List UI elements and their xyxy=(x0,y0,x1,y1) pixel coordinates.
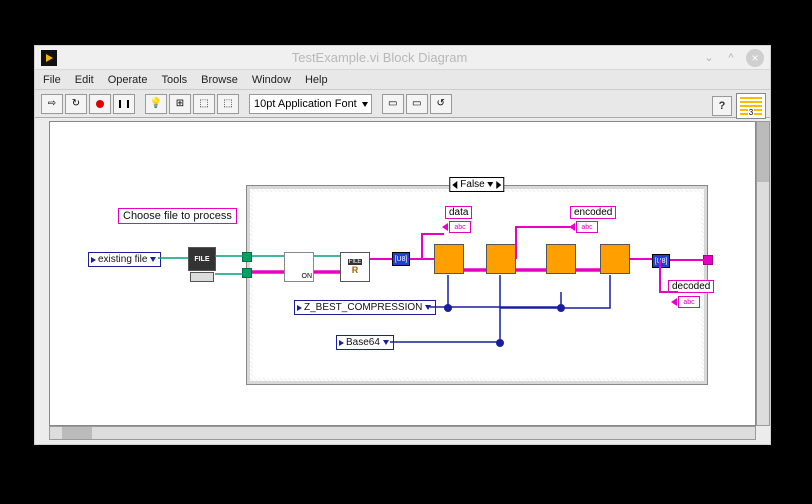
node-compress[interactable] xyxy=(434,244,464,274)
app-icon xyxy=(41,50,57,66)
const-compression[interactable]: Z_BEST_COMPRESSION xyxy=(294,300,436,315)
pin-base64-enc xyxy=(496,339,504,347)
tunnel-path-in[interactable] xyxy=(242,252,252,262)
indicator-data[interactable]: abc xyxy=(449,221,471,233)
menubar: File Edit Operate Tools Browse Window He… xyxy=(35,70,770,90)
menu-file[interactable]: File xyxy=(43,74,61,86)
run-button[interactable]: ⇨ xyxy=(41,94,63,114)
app-window: TestExample.vi Block Diagram ⌄ ^ × File … xyxy=(34,45,771,445)
window-title: TestExample.vi Block Diagram xyxy=(57,50,702,65)
label-choose-file[interactable]: Choose file to process xyxy=(118,208,237,224)
tunnel-err-in[interactable] xyxy=(242,268,252,278)
step-over-button[interactable]: ⬚ xyxy=(217,94,239,114)
pin-compression xyxy=(444,304,452,312)
menu-tools[interactable]: Tools xyxy=(161,74,187,86)
node-encode[interactable] xyxy=(486,244,516,274)
tunnel-str-out[interactable] xyxy=(703,255,713,265)
node-to-str[interactable]: [U8] xyxy=(652,254,670,268)
menu-help[interactable]: Help xyxy=(305,74,328,86)
abort-button[interactable] xyxy=(89,94,111,114)
case-prev-icon[interactable] xyxy=(452,181,457,189)
case-next-icon[interactable] xyxy=(497,181,502,189)
menu-edit[interactable]: Edit xyxy=(75,74,94,86)
block-diagram-canvas[interactable]: Choose file to process existing file Fal… xyxy=(49,121,756,426)
scrollbar-horizontal[interactable] xyxy=(49,426,756,440)
step-into-button[interactable]: ⬚ xyxy=(193,94,215,114)
label-data[interactable]: data xyxy=(445,206,472,219)
maximize-icon[interactable]: ^ xyxy=(724,51,738,65)
case-selector[interactable]: False xyxy=(449,177,504,192)
menu-browse[interactable]: Browse xyxy=(201,74,238,86)
label-encoded[interactable]: encoded xyxy=(570,206,616,219)
pin-base64-dec xyxy=(557,304,565,312)
case-frame xyxy=(253,192,701,378)
pause-button[interactable] xyxy=(113,94,135,114)
case-selector-value: False xyxy=(460,179,484,190)
retain-wires-button[interactable]: ⊞ xyxy=(169,94,191,114)
minimize-icon[interactable]: ⌄ xyxy=(702,51,716,65)
indicator-encoded[interactable]: abc xyxy=(576,221,598,233)
case-dropdown-icon[interactable] xyxy=(488,182,494,187)
scrollbar-h-thumb[interactable] xyxy=(62,427,92,439)
context-help-button[interactable]: ? xyxy=(712,96,732,116)
highlight-button[interactable]: 💡 xyxy=(145,94,167,114)
node-to-u8[interactable]: [U8] xyxy=(392,252,410,266)
scrollbar-vertical[interactable] xyxy=(756,121,770,426)
reorder-button[interactable]: ↺ xyxy=(430,94,452,114)
node-open-file[interactable]: ON xyxy=(284,252,314,282)
font-selector[interactable]: 10pt Application Font xyxy=(249,94,372,114)
label-decoded[interactable]: decoded xyxy=(668,280,714,293)
node-file-dialog-err xyxy=(190,272,214,282)
const-existing-file[interactable]: existing file xyxy=(88,252,161,267)
align-button[interactable]: ▭ xyxy=(382,94,404,114)
node-read-file[interactable] xyxy=(340,252,370,282)
toolbar: ⇨ ↻ 💡 ⊞ ⬚ ⬚ 10pt Application Font ▭ ▭ ↺ … xyxy=(35,90,770,118)
menu-operate[interactable]: Operate xyxy=(108,74,148,86)
titlebar[interactable]: TestExample.vi Block Diagram ⌄ ^ × xyxy=(35,46,770,70)
node-decompress[interactable] xyxy=(600,244,630,274)
node-decode[interactable] xyxy=(546,244,576,274)
close-icon[interactable]: × xyxy=(746,49,764,67)
menu-window[interactable]: Window xyxy=(252,74,291,86)
vi-icon[interactable]: 3 xyxy=(736,93,766,119)
indicator-decoded[interactable]: abc xyxy=(678,296,700,308)
distribute-button[interactable]: ▭ xyxy=(406,94,428,114)
node-file-dialog[interactable] xyxy=(188,247,216,271)
scrollbar-v-thumb[interactable] xyxy=(757,122,769,182)
case-structure[interactable]: False xyxy=(246,185,708,385)
run-continuous-button[interactable]: ↻ xyxy=(65,94,87,114)
const-base64[interactable]: Base64 xyxy=(336,335,394,350)
